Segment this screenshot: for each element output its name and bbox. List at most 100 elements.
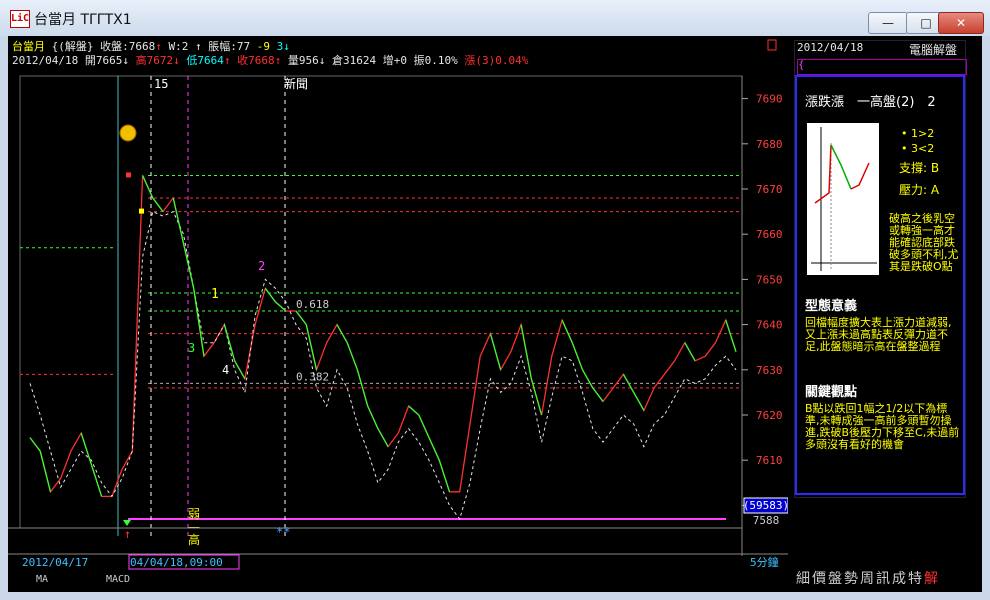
y-tick-label: 7620	[756, 409, 783, 422]
y-tick-label: 7670	[756, 183, 783, 196]
fib-level-label: 0.382	[296, 370, 329, 383]
close-button[interactable]: ✕	[938, 12, 984, 34]
tab-trend[interactable]: 勢	[844, 571, 860, 587]
price-series-0	[29, 175, 737, 498]
pattern-legend: • 1>2 • 3<2	[901, 127, 934, 157]
pattern-box: 漲跌漲 一高盤(2) 2 • 1>2 • 3<2 支撐: B 壓力: A 破高之…	[795, 75, 965, 495]
down-leg-segment	[336, 324, 348, 344]
y-tick-label: 7690	[756, 93, 783, 106]
plot-frame	[19, 75, 743, 529]
title-bar[interactable]: LiC 台當月 TΓΓTX1 — □ ✕	[0, 0, 990, 36]
high-point-marker	[126, 172, 131, 178]
tab-signal[interactable]: 訊	[876, 571, 892, 587]
meaning-text: 回檔幅度擴大表上漲力道減弱,又上漲未過高點表反彈力道不足,此盤態暗示高在盤整過程	[805, 316, 952, 353]
down-leg-segment	[29, 437, 41, 452]
tab-detail[interactable]: 細	[796, 571, 812, 587]
tab-macd[interactable]: MACD	[106, 574, 130, 585]
tab-special[interactable]: 特	[908, 571, 924, 587]
price-chart[interactable]: 7600761076207630764076507660767076807690…	[8, 36, 788, 572]
window-title: 台當月 TΓΓTX1	[34, 12, 132, 28]
key-view-text: B點以跌回1幅之1/2以下為標準,未轉成強一高前多頭暫勿操進,跌破B後壓力下移至…	[805, 402, 960, 451]
y-tick-label: 7640	[756, 319, 783, 332]
y-tick-label: 7630	[756, 364, 783, 377]
chart-corner-icon	[767, 39, 777, 51]
tab-ma[interactable]: MA	[36, 574, 48, 585]
close-icon: ✕	[955, 16, 967, 30]
section-title-meaning: 型態意義	[805, 299, 858, 314]
down-leg-segment	[264, 288, 277, 303]
down-leg-segment	[39, 451, 52, 492]
fib-level-label: 0.618	[296, 298, 329, 311]
support-label: 支撐: B	[899, 161, 940, 175]
pivot-label-2: 2	[258, 259, 265, 273]
smiley-icon	[119, 124, 137, 142]
y-tick-label: 7680	[756, 138, 783, 151]
down-leg-segment	[684, 342, 696, 362]
down-leg-segment	[234, 360, 246, 380]
price-box-2-label: 7588	[753, 514, 780, 527]
legend-item-2: • 3<2	[901, 142, 935, 155]
price-box-1-label: (59583)	[743, 499, 788, 512]
cursor-up-arrow-icon: ↑	[124, 527, 131, 541]
pattern-note: 破高之後乳空或轉強一高才能確認底部跌破多頭不利,尤其是跌破O點	[889, 212, 959, 273]
down-leg-segment	[141, 175, 154, 199]
pivot-label-3: 3	[188, 341, 195, 355]
marker-label-news: 新聞	[284, 76, 308, 91]
down-leg-segment	[346, 342, 359, 371]
down-leg-segment	[377, 428, 389, 447]
application-window: LiC 台當月 TΓΓTX1 — □ ✕ 台當月 {(解盤} 收盤:7668↑ …	[0, 0, 990, 600]
down-leg-segment	[725, 319, 737, 352]
down-leg-segment	[275, 301, 287, 312]
down-leg-segment	[193, 288, 205, 357]
cursor-arrow-icon	[123, 520, 131, 526]
down-leg-segment	[295, 310, 307, 325]
down-leg-segment	[172, 197, 185, 244]
down-leg-segment	[428, 437, 440, 461]
x-axis-left-date: 2012/04/17	[22, 556, 88, 569]
pattern-diagram-icon	[807, 123, 879, 275]
current-point-marker	[139, 208, 144, 214]
pattern-name: 漲跌漲 一高盤(2) 2	[805, 95, 936, 110]
down-leg-segment	[152, 197, 164, 212]
minimize-button[interactable]: —	[868, 12, 908, 34]
weak-label-3: 高	[188, 532, 200, 547]
tab-price[interactable]: 價	[812, 571, 828, 587]
down-leg-segment	[530, 378, 543, 416]
down-leg-segment	[561, 319, 573, 343]
panel-title: 電腦解盤	[909, 43, 958, 57]
chart-client-area: 台當月 {(解盤} 收盤:7668↑ W:2 ↑ 脹幅:77 -9 3↓ 201…	[8, 36, 982, 592]
indicator-tabs: MA MACD	[8, 572, 788, 592]
stars-marker: **	[276, 525, 290, 539]
tab-cycle[interactable]: 周	[860, 571, 876, 587]
panel-header-glyph: {	[798, 60, 805, 71]
period-label: 5分鐘	[750, 555, 779, 569]
panel-date: 2012/04/18	[797, 41, 864, 54]
down-leg-segment	[581, 369, 594, 389]
minimize-icon: —	[882, 16, 894, 30]
resistance-label: 壓力: A	[899, 183, 940, 197]
down-leg-segment	[408, 405, 420, 416]
down-leg-segment	[592, 387, 604, 402]
pivot-label-1: 1	[211, 287, 219, 302]
tab-board[interactable]: 盤	[828, 571, 844, 587]
down-leg-segment	[489, 333, 502, 370]
tab-analysis[interactable]: 解	[924, 571, 940, 587]
panel-tabs: 細價盤勢周訊成特解	[796, 568, 940, 588]
y-tick-label: 7650	[756, 273, 783, 286]
down-leg-segment	[367, 405, 379, 429]
down-leg-segment	[223, 324, 236, 361]
pivot-label-4: 4	[222, 363, 229, 377]
analysis-panel: 2012/04/18 電腦解盤 { 漲跌漲 一高盤(2) 2 • 1>2 • 3…	[794, 40, 967, 498]
down-leg-segment	[633, 392, 645, 411]
tab-volume[interactable]: 成	[892, 571, 908, 587]
x-axis-cursor-date: 04/04/18,09:00	[130, 556, 223, 569]
legend-item-1: • 1>2	[901, 127, 935, 140]
down-leg-segment	[418, 414, 430, 438]
marker-label-15: 15	[154, 77, 168, 91]
y-tick-label: 7660	[756, 228, 783, 241]
weak-label: 弱	[188, 507, 200, 521]
panel-header-bar: {	[797, 59, 967, 75]
down-leg-segment	[182, 243, 195, 289]
down-leg-segment	[90, 464, 103, 497]
down-leg-segment	[80, 432, 93, 465]
